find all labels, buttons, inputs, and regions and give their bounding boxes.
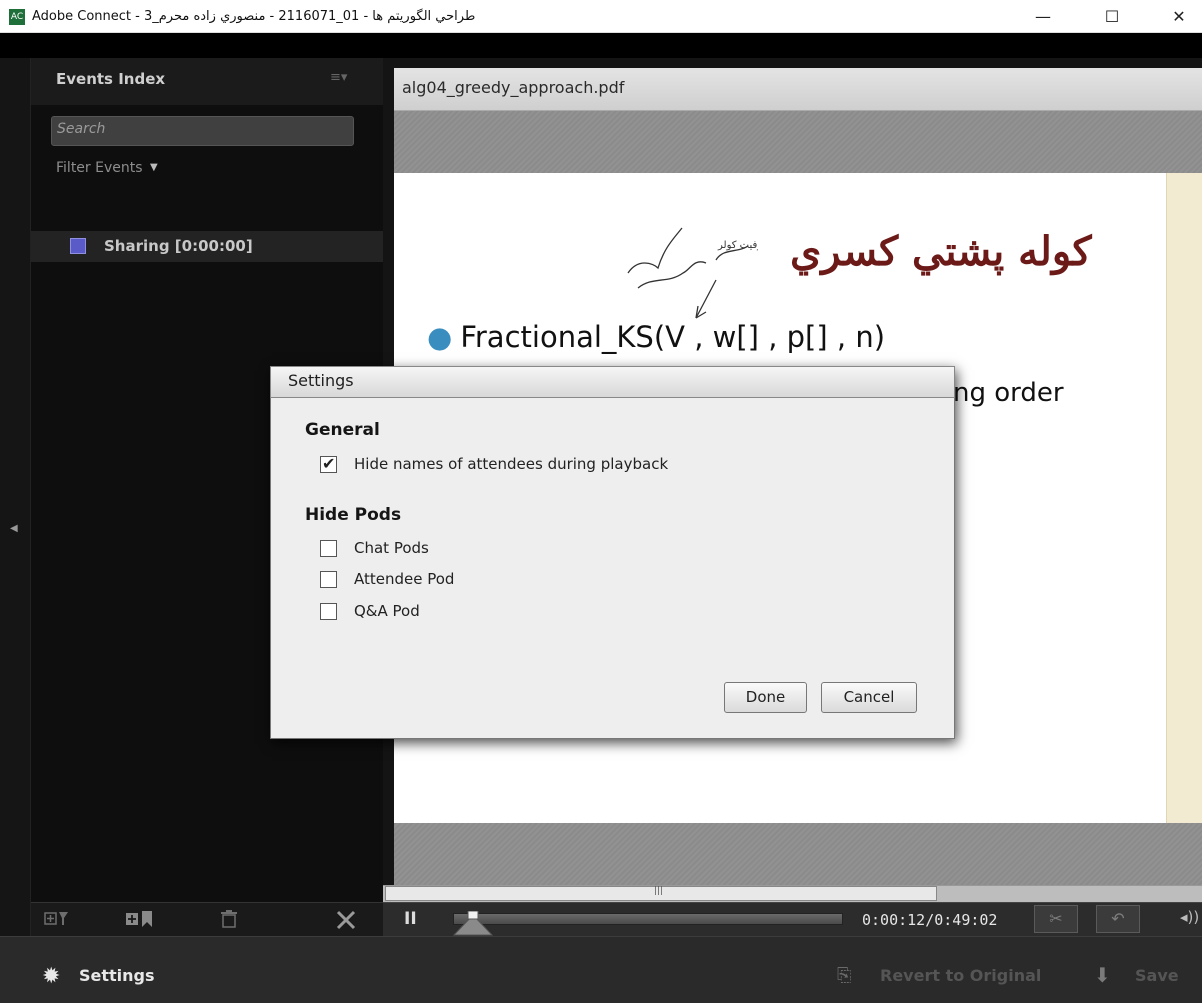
chevron-down-icon[interactable]: ▼ [150,162,158,173]
settings-dialog-titlebar[interactable] [270,366,955,398]
chat-pods-checkbox[interactable] [320,540,337,557]
search-placeholder: Search [57,121,106,137]
general-heading: General [305,420,380,440]
revert-icon: ⎘ [837,965,852,986]
document-margin-bottom [394,823,1202,885]
settings-button[interactable]: Settings [79,966,155,985]
gear-icon[interactable]: ✹ [42,966,60,988]
playhead-handle[interactable] [452,911,494,937]
add-filter-icon[interactable] [44,909,70,929]
hide-names-label[interactable]: Hide names of attendees during playback [354,455,668,473]
document-file-name: alg04_greedy_approach.pdf [402,78,625,97]
qa-pod-label[interactable]: Q&A Pod [354,602,420,620]
slide-bullet: ● Fractional_KS(V , w[] , p[] , n) [427,320,885,354]
window-title: Adobe Connect - طراحي الگوريتم ها - 01_2… [32,9,476,24]
done-button[interactable]: Done [724,682,807,713]
playback-timecode: 0:00:12/0:49:02 [862,911,998,929]
volume-icon[interactable]: ◂)) [1180,908,1199,926]
checkmark-icon: ✔ [322,454,336,473]
close-button[interactable]: ✕ [1156,0,1202,33]
revert-to-original-button[interactable]: Revert to Original [880,966,1041,985]
save-icon: ⬇ [1094,963,1111,987]
cut-button[interactable]: ✂ [1034,905,1078,933]
maximize-button[interactable]: ☐ [1089,0,1135,33]
slide-partial-text: ng order [953,378,1064,408]
save-button[interactable]: Save [1135,966,1179,985]
filter-events-dropdown[interactable]: Filter Events [56,160,143,176]
pod-menu-icon[interactable]: ≡▾ [330,70,347,85]
slide-bullet-text: Fractional_KS(V , w[] , p[] , n) [460,320,886,354]
share-pod-icon [70,238,86,254]
scrollbar-grip[interactable]: ||| [654,886,663,896]
bullet-dot-icon: ● [427,320,453,354]
panel-collapse-strip[interactable] [0,58,31,936]
hide-pods-heading: Hide Pods [305,505,402,525]
qa-pod-checkbox[interactable] [320,603,337,620]
delete-icon[interactable] [219,909,239,929]
attendee-pod-checkbox[interactable] [320,571,337,588]
adobe-connect-app-icon: AC [9,9,25,25]
handwriting-text: ظرفيت كولر [717,240,758,251]
settings-dialog-title: Settings [288,371,354,390]
add-bookmark-icon[interactable] [125,909,155,929]
pause-button[interactable]: II [404,909,422,929]
document-margin-top [394,111,1202,173]
chat-pods-label[interactable]: Chat Pods [354,539,429,557]
events-index-title: Events Index [56,70,166,88]
slide-heading: كوله پشتي كسري [790,228,1092,275]
cancel-button[interactable]: Cancel [821,682,917,713]
event-label[interactable]: Sharing [0:00:00] [104,237,253,255]
handwritten-annotation: ظرفيت كولر [627,227,758,319]
playback-progress-track[interactable] [453,913,843,925]
minimize-button[interactable]: — [1020,0,1066,33]
slide-decoration [1166,173,1202,823]
hide-names-checkbox[interactable]: ✔ [320,454,337,473]
tools-icon[interactable] [335,909,357,931]
attendee-pod-label[interactable]: Attendee Pod [354,570,454,588]
events-toolbar [31,902,383,936]
collapse-arrow-icon[interactable]: ◀ [10,523,18,534]
undo-button[interactable]: ↶ [1096,905,1140,933]
